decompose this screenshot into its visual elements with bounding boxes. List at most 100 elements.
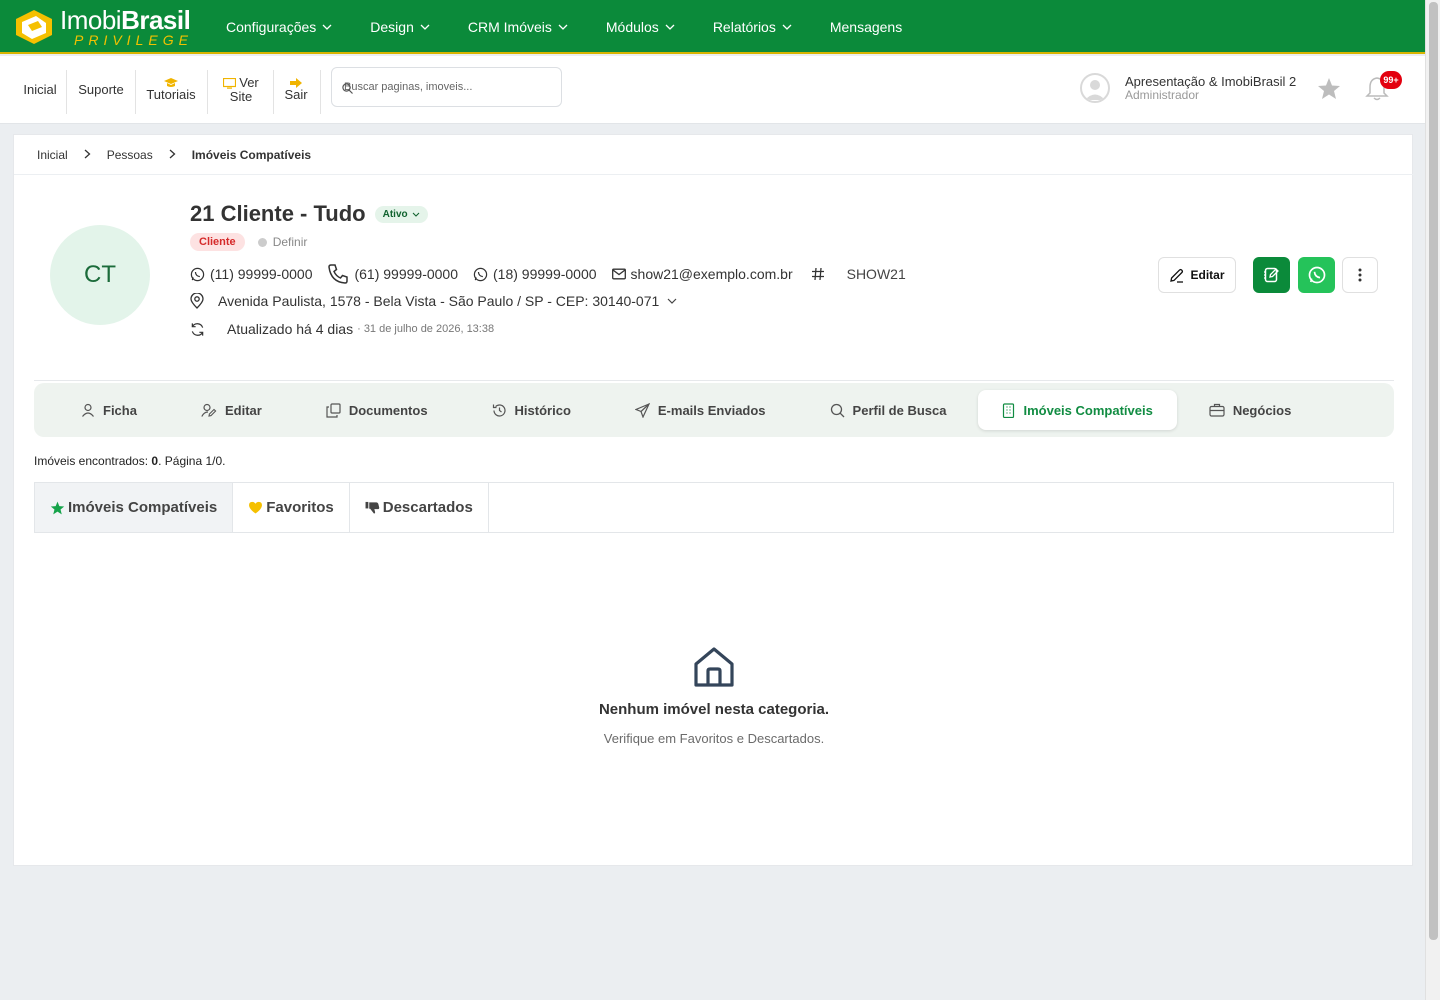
search-icon [342,83,353,94]
results-summary: Imóveis encontrados: 0. Página 1/0. [34,454,225,468]
status-dot [257,237,267,247]
email[interactable]: show21@exemplo.com.br [611,266,793,282]
email-text: show21@exemplo.com.br [630,266,793,282]
notes-button[interactable] [1253,257,1290,293]
tab-ficha[interactable]: Ficha [49,390,169,430]
top-navbar: ImobiBrasil PRIVILEGE Configurações Desi… [0,0,1425,54]
toolbar: Inicial Suporte Tutoriais Ver Site Sair … [0,56,1425,124]
tab-label: Perfil de Busca [852,402,947,418]
tab-label: Documentos [348,402,428,418]
chevron-down-icon [412,212,419,217]
subtab-descartados[interactable]: Descartados [350,483,489,532]
type-tag: Cliente [190,233,245,251]
results-suffix: . Página 1/0. [158,454,226,468]
logo-tagline: PRIVILEGE [74,32,193,48]
nav-mensagens[interactable]: Mensagens [830,19,902,35]
edit-label: Editar [1190,268,1225,282]
toolbar-sair[interactable]: Sair [281,56,311,124]
chevron-down-icon [782,24,792,30]
person-avatar: CT [50,225,150,325]
briefcase-icon [1209,403,1225,417]
logo-mark-icon [12,5,56,49]
scrollbar-thumb[interactable] [1429,2,1438,940]
favorites-star-icon[interactable] [1317,77,1341,105]
toolbar-tutoriais[interactable]: Tutoriais [143,56,199,124]
whatsapp-icon [190,267,205,281]
whatsapp-icon [473,267,488,281]
nav-label: Mensagens [829,19,903,35]
nav-modulos[interactable]: Módulos [606,19,675,35]
page-scrollbar[interactable] [1425,0,1440,1000]
vertical-dots-icon [1358,268,1362,282]
whatsapp-icon [1308,266,1325,284]
person-card: Inicial Pessoas Imóveis Compatíveis CT 2… [13,134,1414,866]
more-options-button[interactable] [1342,257,1378,293]
tab-editar[interactable]: Editar [169,390,294,430]
house-icon [694,647,734,687]
nav-configuracoes[interactable]: Configurações [226,19,332,35]
breadcrumb-inicial[interactable]: Inicial [37,148,68,162]
toolbar-label: Ver [239,75,259,90]
building-icon [1003,402,1015,418]
nav-relatorios[interactable]: Relatórios [713,19,792,35]
subtab-imoveis-compativeis[interactable]: Imóveis Compatíveis [35,483,234,532]
breadcrumb-pessoas[interactable]: Pessoas [107,148,153,162]
chevron-down-icon [558,24,568,30]
logo-text-light: Imobi [60,5,122,35]
tab-historico[interactable]: Histórico [460,390,603,430]
tab-emails-enviados[interactable]: E-mails Enviados [603,390,798,430]
divider [273,70,274,114]
category-tabs: Imóveis Compatíveis Favoritos Descartado… [34,482,1394,533]
breadcrumb: Inicial Pessoas Imóveis Compatíveis [14,135,1414,175]
nav-design[interactable]: Design [370,19,430,35]
refresh-icon [191,322,204,336]
tab-perfil-de-busca[interactable]: Perfil de Busca [798,390,979,430]
notification-count-badge: 99+ [1380,71,1402,89]
updated-date: · 31 de julho de 2026, 13:38 [357,323,495,335]
status-dropdown[interactable]: Ativo [374,205,428,223]
send-icon [634,402,650,418]
phone-icon [328,264,349,284]
tab-negocios[interactable]: Negócios [1177,390,1324,430]
toolbar-label: Site [229,89,253,104]
nav-label: Relatórios [712,19,776,35]
mail-icon [611,268,626,280]
phone-text: (18) 99999-0000 [493,266,597,282]
address[interactable]: Avenida Paulista, 1578 - Bela Vista - Sã… [190,293,677,309]
phone[interactable]: (61) 99999-0000 [327,263,458,285]
whatsapp-phone-2[interactable]: (18) 99999-0000 [473,266,597,282]
chevron-down-icon [322,24,332,30]
tab-documentos[interactable]: Documentos [294,390,460,430]
tab-label: Editar [224,402,262,418]
monitor-icon [223,77,237,89]
profile-tabs: Ficha Editar Documentos Histórico E-mail… [34,383,1394,437]
whatsapp-phone-1[interactable]: (11) 99999-0000 [190,266,312,282]
search-placeholder: Buscar paginas, imoveis... [344,81,473,93]
toolbar-label: Suporte [78,82,124,97]
chevron-right-icon [84,148,91,162]
map-pin-icon [190,293,204,309]
nav-crm-imoveis[interactable]: CRM Imóveis [468,19,568,35]
person-name: 21 Cliente - Tudo [190,201,366,226]
define-button[interactable]: Definir [257,235,307,249]
user-menu[interactable]: Apresentação & ImobiBrasil 2 Administrad… [1080,73,1296,103]
edit-button[interactable]: Editar [1158,257,1236,293]
toolbar-suporte[interactable]: Suporte [76,56,126,124]
toolbar-ver-site[interactable]: Ver Site [216,56,266,124]
search-input[interactable]: Buscar paginas, imoveis... [331,67,562,107]
subtab-favoritos[interactable]: Favoritos [233,483,350,532]
nav-label: Configurações [226,19,317,35]
subtab-label: Descartados [382,499,473,516]
divider [34,380,1394,381]
documents-icon [326,402,341,418]
tab-label: E-mails Enviados [657,402,766,418]
tab-imoveis-compativeis[interactable]: Imóveis Compatíveis [978,390,1177,430]
tab-label: Ficha [103,402,137,418]
nav-label: Design [370,19,414,35]
whatsapp-button[interactable] [1298,257,1335,293]
user-avatar-icon [1085,80,1105,100]
tab-label: Histórico [514,402,571,418]
toolbar-inicial[interactable]: Inicial [22,56,58,124]
logo[interactable]: ImobiBrasil PRIVILEGE [12,5,192,49]
chevron-right-icon [169,148,176,162]
